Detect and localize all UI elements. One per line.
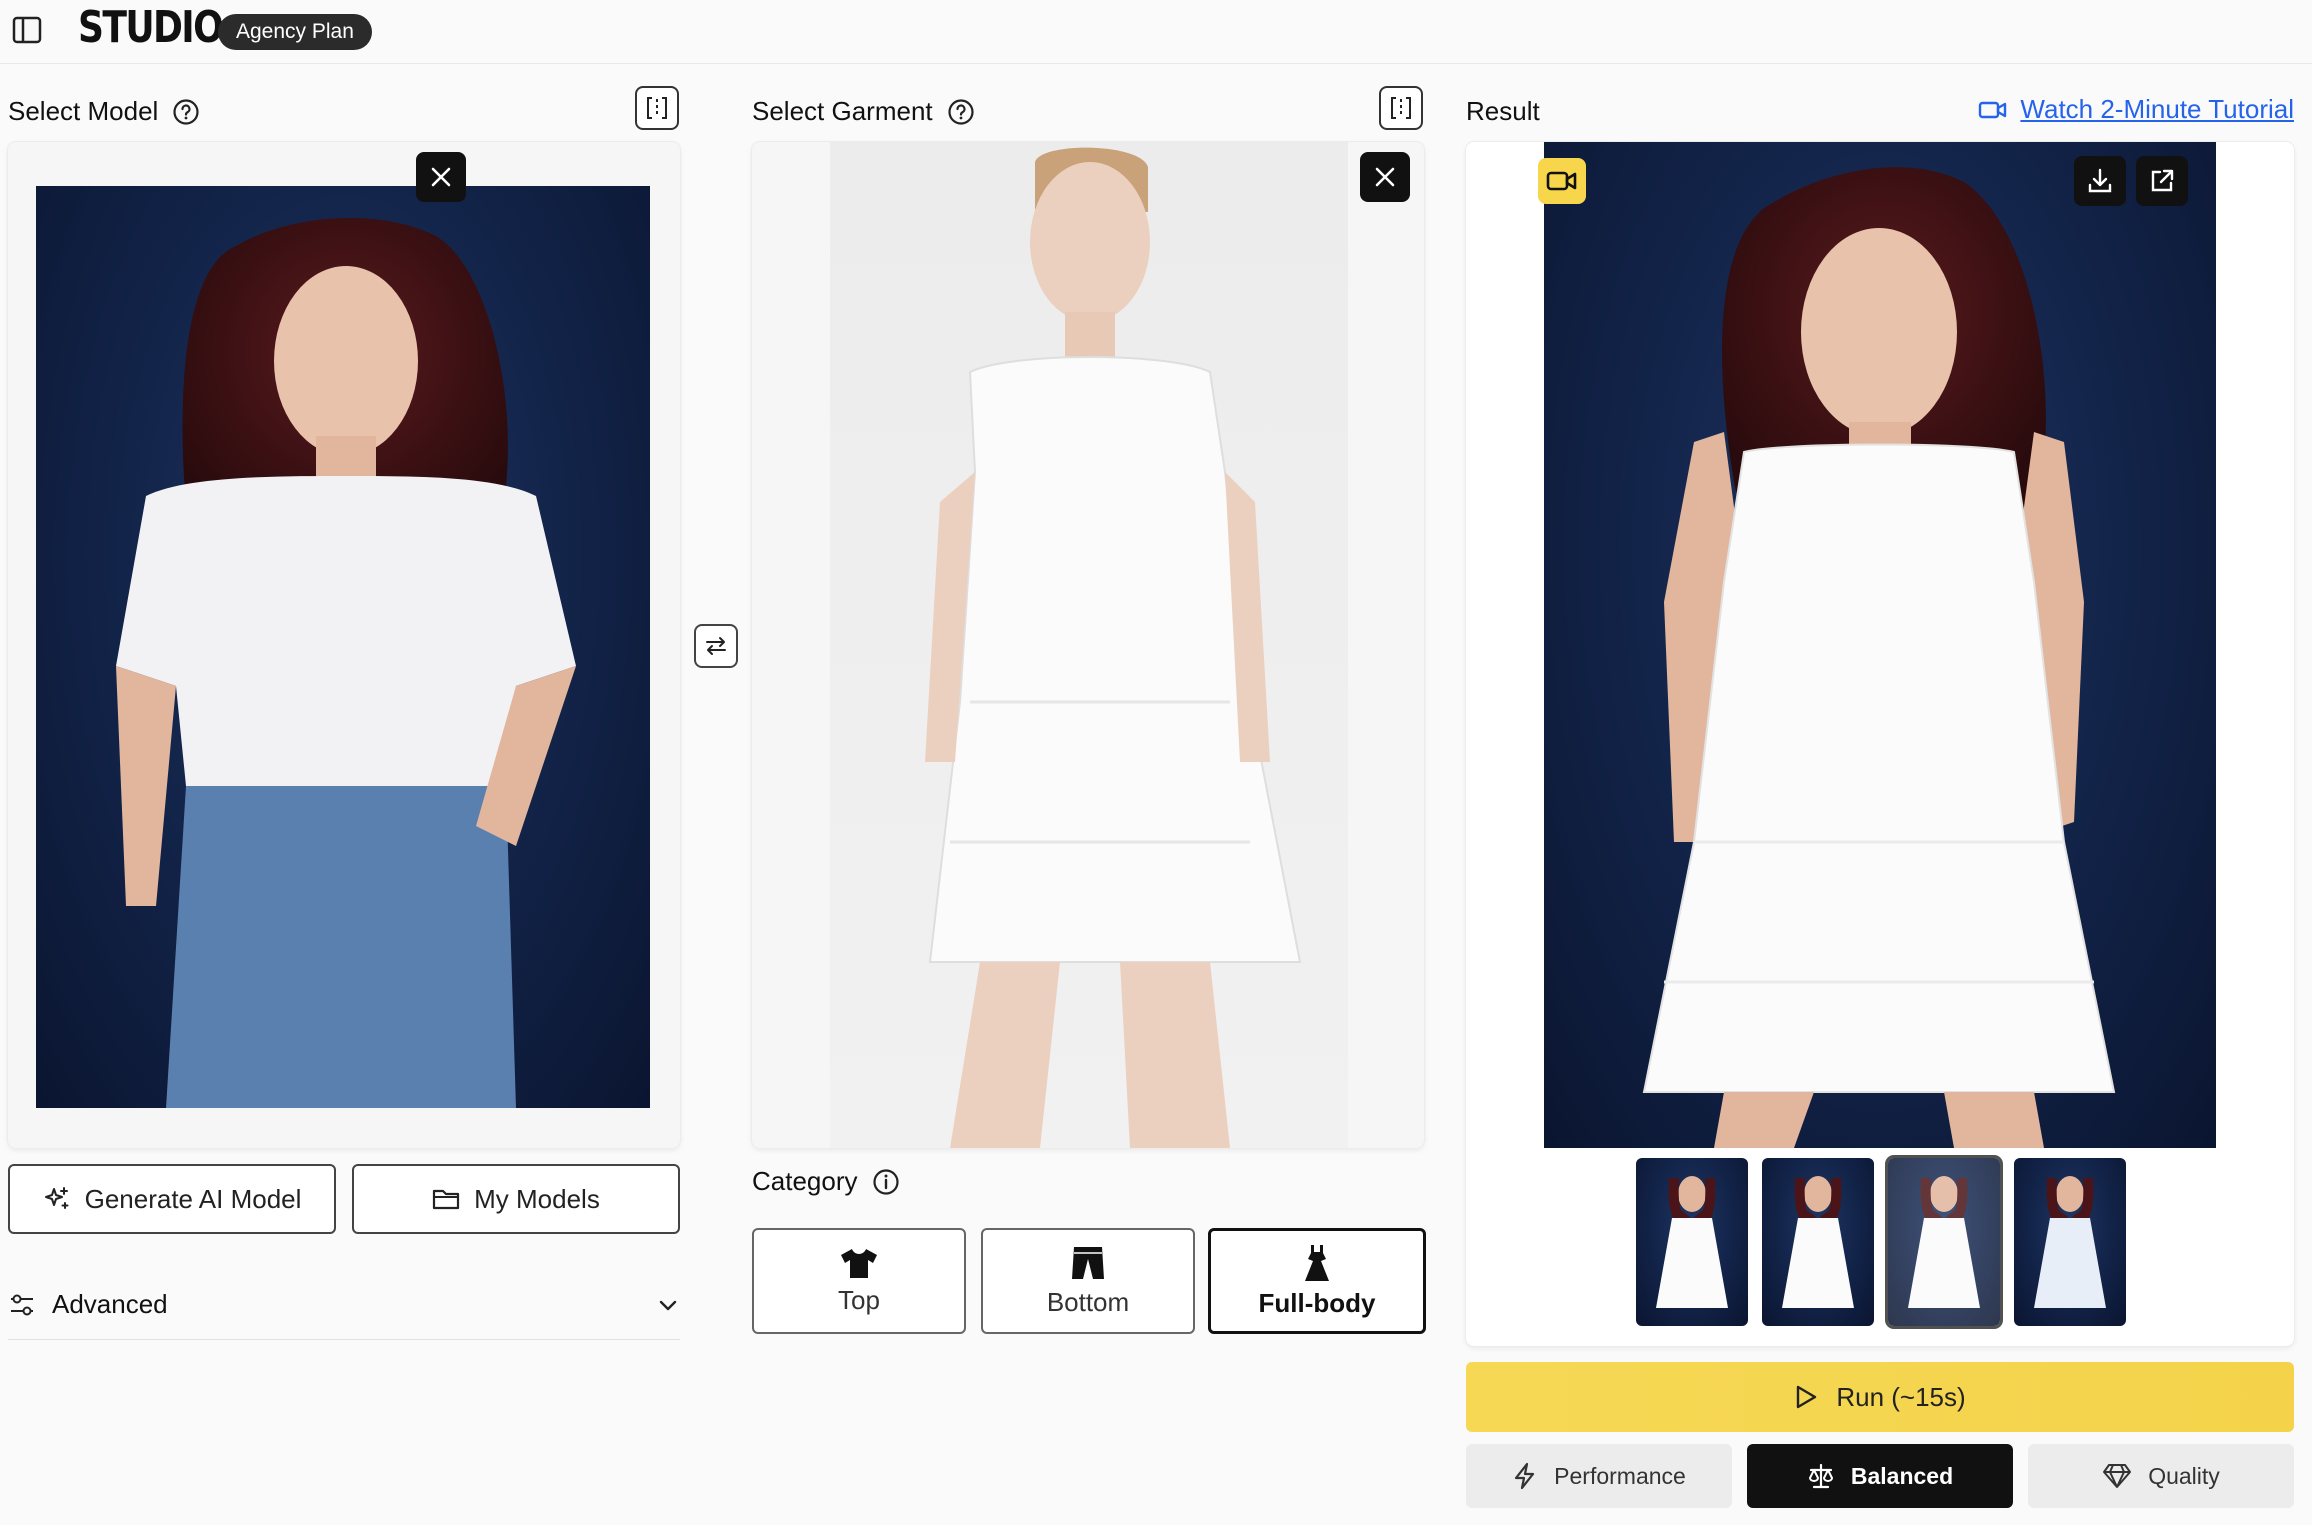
result-thumbnail[interactable] bbox=[1762, 1158, 1874, 1326]
open-external-button[interactable] bbox=[2136, 156, 2188, 206]
app-logo: STUDIO bbox=[78, 2, 224, 53]
select-garment-label: Select Garment bbox=[752, 96, 975, 127]
play-icon bbox=[1797, 1385, 1817, 1409]
scale-icon bbox=[1808, 1463, 1833, 1489]
close-icon bbox=[431, 167, 451, 187]
sparkles-icon bbox=[44, 1187, 69, 1209]
mode-balanced-button[interactable]: Balanced bbox=[1747, 1444, 2013, 1508]
mode-performance-label: Performance bbox=[1554, 1462, 1686, 1489]
tshirt-icon bbox=[841, 1248, 877, 1278]
remove-model-button[interactable] bbox=[416, 152, 466, 202]
category-label: Category bbox=[752, 1166, 900, 1197]
crop-icon bbox=[647, 97, 667, 119]
download-icon bbox=[2088, 168, 2112, 193]
plan-badge: Agency Plan bbox=[218, 14, 372, 50]
swap-arrows-icon bbox=[706, 637, 726, 655]
category-bottom-button[interactable]: Bottom bbox=[981, 1228, 1195, 1334]
run-button[interactable]: Run (~15s) bbox=[1466, 1362, 2294, 1432]
generate-ai-model-button[interactable]: Generate AI Model bbox=[8, 1164, 336, 1234]
category-top-label: Top bbox=[838, 1284, 880, 1315]
video-result-button[interactable] bbox=[1538, 158, 1586, 204]
dress-icon bbox=[1305, 1244, 1329, 1281]
mode-balanced-label: Balanced bbox=[1850, 1462, 1954, 1489]
download-button[interactable] bbox=[2074, 156, 2126, 206]
select-model-label: Select Model bbox=[8, 96, 200, 127]
category-bottom-label: Bottom bbox=[1046, 1286, 1130, 1317]
result-thumbnail-selected[interactable] bbox=[1885, 1155, 2003, 1329]
run-label: Run (~15s) bbox=[1836, 1381, 1966, 1412]
mode-quality-button[interactable]: Quality bbox=[2028, 1444, 2294, 1508]
result-thumbnail[interactable] bbox=[1636, 1158, 1748, 1326]
garment-crop-button[interactable] bbox=[1379, 86, 1423, 130]
external-link-icon bbox=[2151, 169, 2174, 192]
info-icon[interactable] bbox=[872, 1168, 900, 1196]
tutorial-link[interactable]: Watch 2-Minute Tutorial bbox=[1978, 94, 2294, 125]
folder-icon bbox=[433, 1189, 460, 1210]
category-top-button[interactable]: Top bbox=[752, 1228, 966, 1334]
garment-photo bbox=[830, 142, 1348, 1148]
model-image-card[interactable] bbox=[8, 142, 680, 1148]
select-garment-title: Select Garment bbox=[752, 96, 933, 126]
swap-button[interactable] bbox=[694, 624, 738, 668]
advanced-toggle[interactable]: Advanced bbox=[8, 1270, 680, 1340]
category-full-body-label: Full-body bbox=[1258, 1287, 1376, 1318]
mode-quality-label: Quality bbox=[2148, 1462, 2220, 1489]
my-models-label: My Models bbox=[474, 1183, 600, 1214]
result-title: Result bbox=[1466, 96, 1540, 126]
lightning-icon bbox=[1515, 1462, 1535, 1490]
top-bar: STUDIO Agency Plan bbox=[0, 0, 2312, 64]
result-card bbox=[1466, 142, 2294, 1346]
model-crop-button[interactable] bbox=[635, 86, 679, 130]
generate-ai-model-label: Generate AI Model bbox=[84, 1183, 302, 1214]
chevron-down-icon bbox=[659, 1300, 677, 1311]
pants-icon bbox=[1072, 1246, 1104, 1279]
help-icon[interactable] bbox=[947, 98, 975, 126]
model-photo bbox=[36, 186, 650, 1108]
select-model-title: Select Model bbox=[8, 96, 159, 126]
crop-icon bbox=[1391, 97, 1411, 119]
category-full-body-button[interactable]: Full-body bbox=[1208, 1228, 1426, 1334]
close-icon bbox=[1375, 167, 1395, 187]
result-label: Result bbox=[1466, 96, 1540, 127]
my-models-button[interactable]: My Models bbox=[352, 1164, 680, 1234]
result-photo bbox=[1544, 142, 2216, 1148]
tutorial-link-label: Watch 2-Minute Tutorial bbox=[2020, 94, 2294, 124]
category-title: Category bbox=[752, 1166, 858, 1196]
sidebar-toggle-icon[interactable] bbox=[12, 15, 42, 45]
remove-garment-button[interactable] bbox=[1360, 152, 1410, 202]
result-thumbnail[interactable] bbox=[2014, 1158, 2126, 1326]
sliders-icon bbox=[11, 1294, 33, 1315]
garment-image-card[interactable] bbox=[752, 142, 1424, 1148]
video-camera-icon bbox=[1979, 101, 2007, 118]
video-camera-icon bbox=[1546, 171, 1577, 191]
help-icon[interactable] bbox=[172, 98, 200, 126]
diamond-icon bbox=[2103, 1464, 2132, 1488]
advanced-label: Advanced bbox=[52, 1289, 168, 1319]
mode-performance-button[interactable]: Performance bbox=[1466, 1444, 1732, 1508]
